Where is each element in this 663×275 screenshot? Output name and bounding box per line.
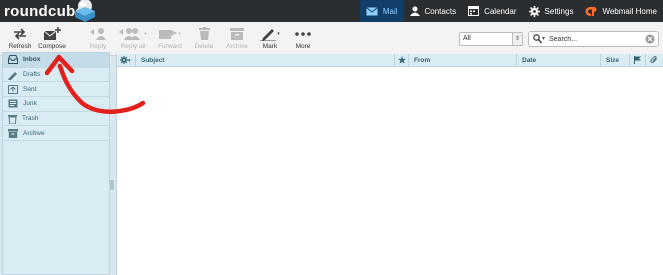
nav-contacts[interactable]: Contacts [404, 0, 463, 22]
archive-label: Archive [226, 43, 248, 50]
message-list-header: ▾ Subject From Date Size [117, 54, 663, 67]
column-size[interactable]: Size [600, 54, 629, 67]
folder-label: Inbox [23, 56, 41, 64]
forward-icon [159, 30, 178, 39]
compose-button[interactable]: Compose [32, 25, 72, 55]
inbox-icon [8, 55, 18, 65]
nav-webmail-home[interactable]: Webmail Home [579, 0, 663, 22]
nav-webmail-home-label: Webmail Home [602, 6, 657, 16]
folder-list: Inbox Drafts Sent Junk Trash Archive [2, 52, 110, 275]
filter-select-value: All [463, 35, 471, 42]
reply-icon [90, 28, 106, 40]
trash-icon [198, 27, 210, 40]
top-navigation: Mail Contacts Calendar Settings Webmail … [359, 0, 663, 22]
column-flag[interactable] [629, 54, 645, 67]
nav-mail[interactable]: Mail [359, 0, 404, 22]
mark-label: Mark [262, 43, 278, 50]
trash-icon [8, 114, 17, 124]
junk-icon [8, 99, 18, 108]
roundcube-cube-icon [75, 0, 95, 22]
folder-label: Trash [22, 115, 39, 123]
compose-icon [43, 26, 61, 40]
reply-all-label: Reply all [120, 43, 146, 50]
gear-icon [528, 5, 540, 17]
folder-item-junk[interactable]: Junk [3, 97, 109, 112]
pencil-icon [260, 28, 277, 41]
folder-label: Junk [23, 100, 37, 108]
more-label: More [295, 43, 311, 50]
reply-label: Reply [89, 43, 107, 50]
column-attachment[interactable] [645, 54, 663, 67]
folder-item-inbox[interactable]: Inbox [3, 53, 109, 68]
folder-item-archive[interactable]: Archive [3, 126, 109, 142]
calendar-icon [468, 6, 480, 16]
refresh-icon [14, 27, 26, 40]
search-options-caret-icon[interactable]: ▾ [542, 35, 545, 42]
folder-item-sent[interactable]: Sent [3, 82, 109, 98]
delete-label: Delete [194, 43, 214, 50]
column-from[interactable]: From [408, 54, 516, 67]
forward-label: Forward [158, 43, 182, 50]
sent-icon [8, 84, 18, 94]
flag-icon [634, 56, 641, 65]
nav-settings-label: Settings [544, 6, 574, 16]
top-bar: roundcube Mail Contacts Calendar Setting… [0, 0, 663, 22]
mail-icon [366, 6, 378, 15]
clear-search-icon[interactable] [645, 34, 655, 44]
folder-label: Sent [23, 85, 37, 93]
cpanel-icon [585, 6, 597, 16]
refresh-label: Refresh [8, 43, 32, 50]
search-icon[interactable] [533, 34, 542, 44]
nav-settings[interactable]: Settings [523, 0, 580, 22]
column-date[interactable]: Date [516, 54, 600, 67]
contacts-icon [409, 6, 420, 16]
list-options-button[interactable]: ▾ [117, 54, 135, 67]
column-subject[interactable]: Subject [135, 54, 394, 67]
nav-calendar-label: Calendar [484, 6, 517, 16]
nav-calendar[interactable]: Calendar [462, 0, 522, 22]
reply-all-icon [119, 28, 141, 40]
folder-label: Drafts [23, 71, 41, 79]
star-icon [398, 56, 406, 64]
reply-button[interactable]: Reply [78, 25, 118, 55]
nav-contacts-label: Contacts [424, 6, 457, 16]
more-button[interactable]: More [283, 25, 323, 55]
more-icon [295, 31, 311, 36]
archive-icon [8, 128, 18, 138]
archive-icon [230, 27, 244, 40]
folder-label: Archive [23, 129, 45, 137]
search-box: ▾ [528, 31, 659, 47]
paperclip-icon [650, 56, 657, 64]
gear-icon [120, 56, 128, 65]
reply-all-button[interactable]: ▾ Reply all [113, 25, 153, 55]
column-flag-star[interactable] [394, 54, 408, 67]
chevron-down-icon: ▾ [128, 58, 131, 64]
filter-select[interactable]: All ⇕ [459, 32, 523, 46]
message-list: ▾ Subject From Date Size [116, 54, 663, 275]
updown-arrow-icon: ⇕ [512, 33, 522, 45]
pencil-icon [8, 71, 17, 80]
search-input[interactable] [549, 33, 641, 45]
compose-label: Compose [38, 43, 66, 50]
folder-item-drafts[interactable]: Drafts [3, 68, 109, 83]
splitter-handle[interactable] [110, 180, 114, 190]
nav-mail-label: Mail [382, 6, 398, 16]
folder-item-trash[interactable]: Trash [3, 112, 109, 127]
